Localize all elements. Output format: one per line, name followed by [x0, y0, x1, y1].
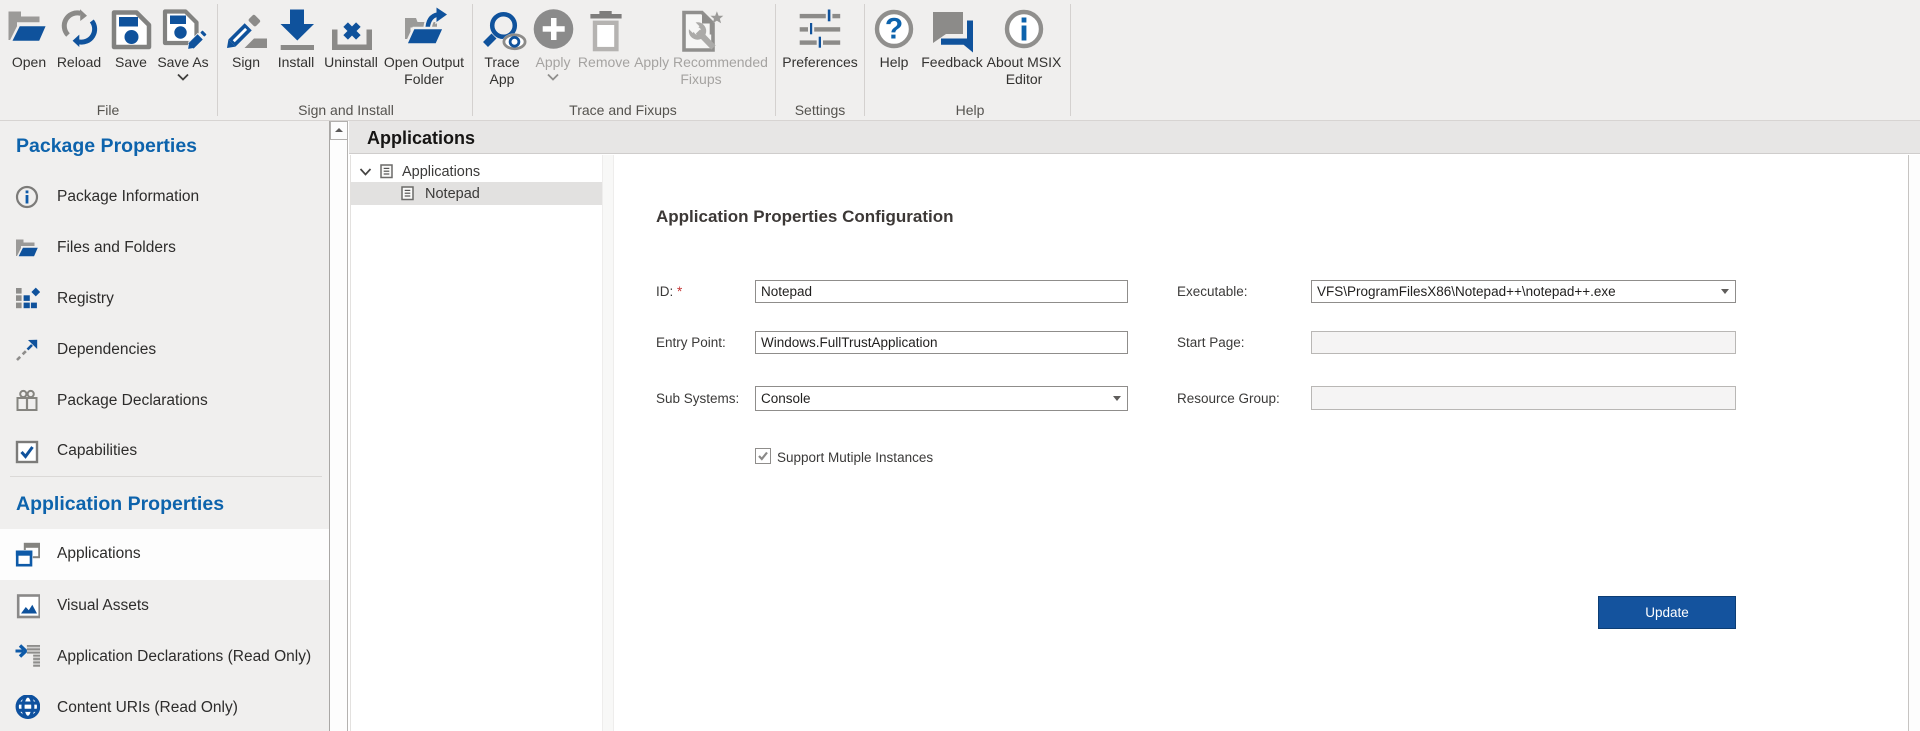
svg-text:?: ? [885, 13, 903, 46]
